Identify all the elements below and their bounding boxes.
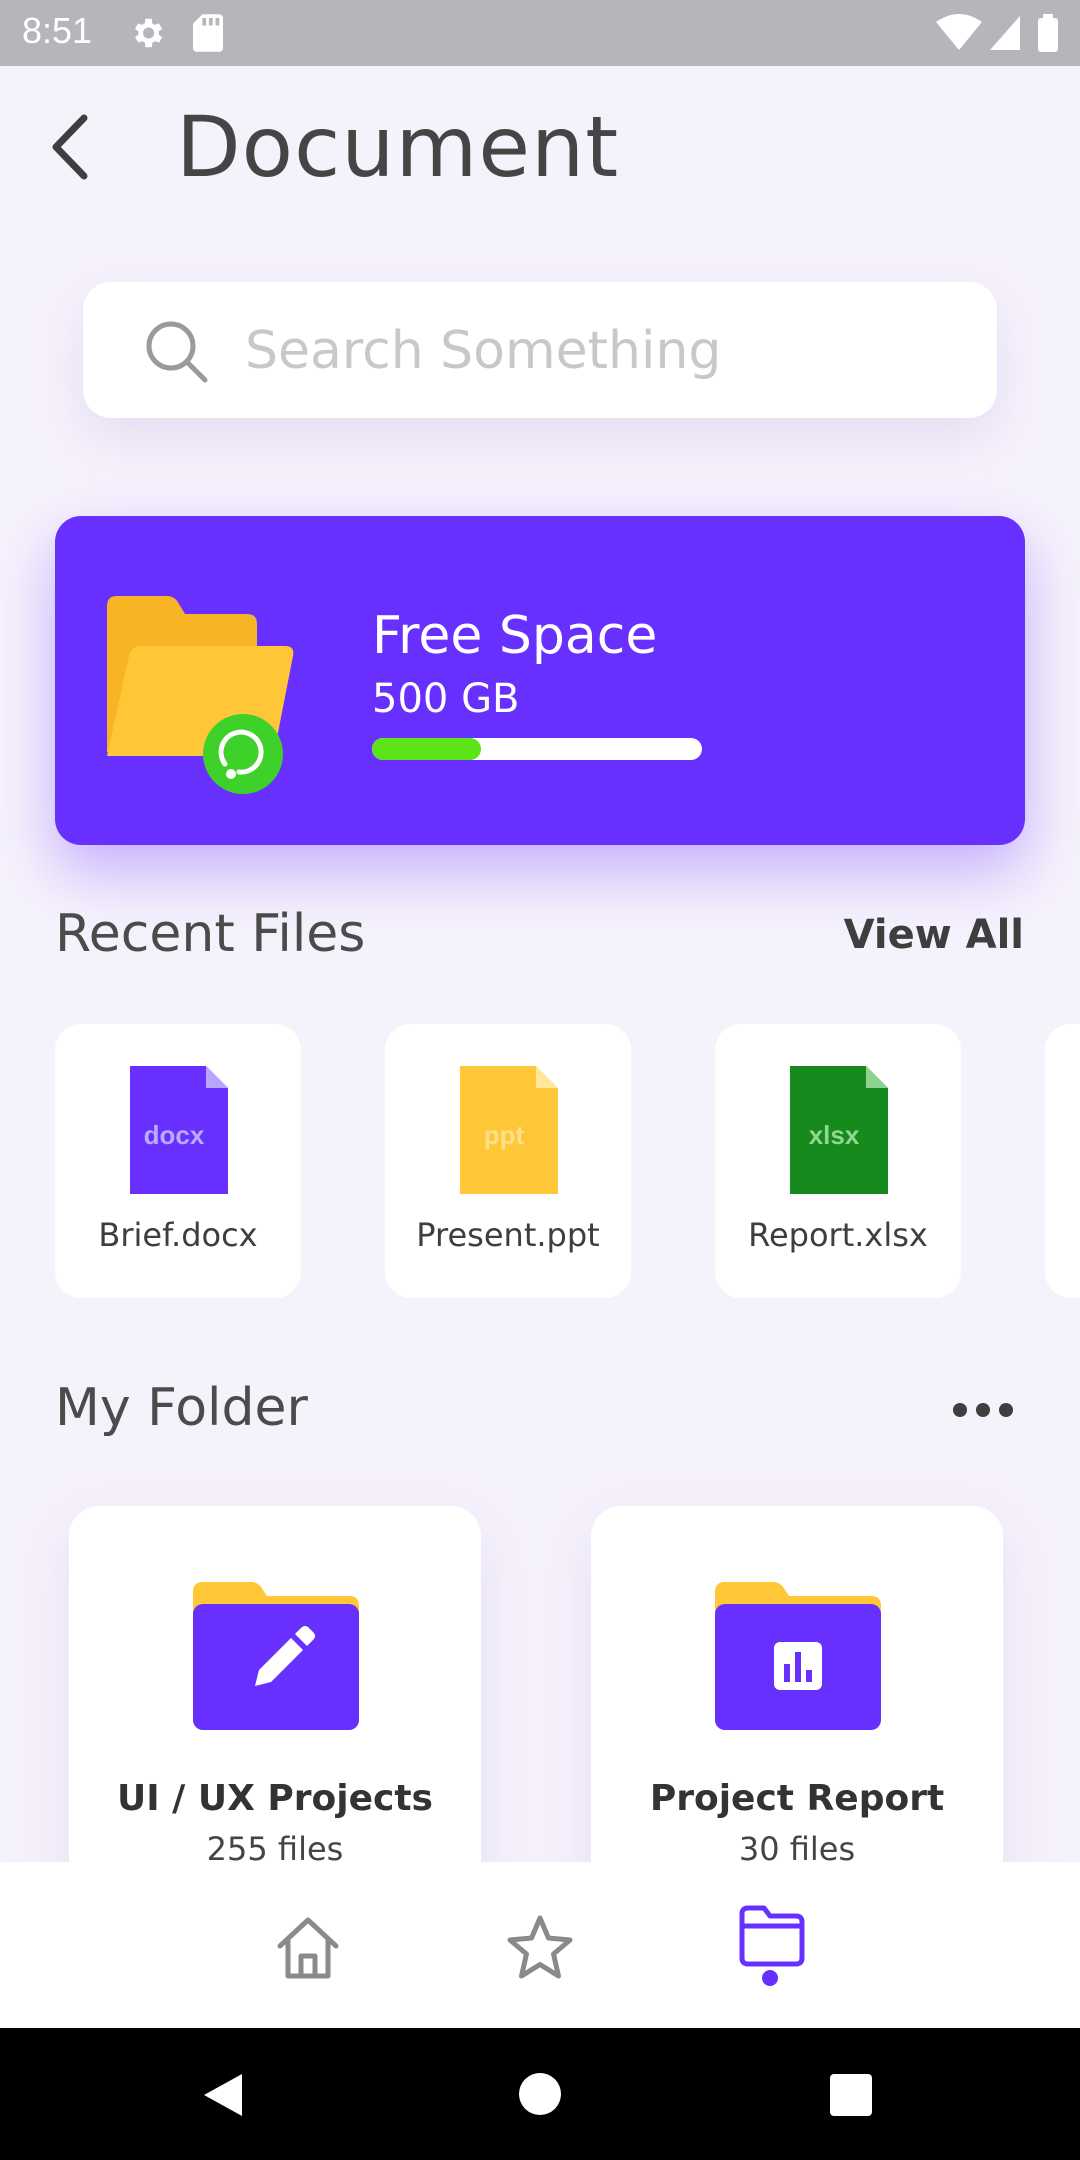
bottom-navigation: [0, 1862, 1080, 2028]
search-icon: [146, 321, 208, 383]
home-icon[interactable]: [272, 1912, 344, 1984]
back-arrow-icon[interactable]: [46, 112, 96, 182]
top-bar: Document: [0, 66, 1080, 226]
star-icon[interactable]: [504, 1912, 576, 1984]
file-name: Brief.docx: [98, 1216, 258, 1254]
recent-file-card[interactable]: ppt Present.ppt: [385, 1024, 631, 1298]
free-space-label: Free Space: [372, 606, 658, 666]
bar-chart-folder-icon: [715, 1582, 881, 1730]
search-bar[interactable]: [83, 282, 997, 418]
page-title: Document: [176, 98, 620, 196]
nav-back-icon[interactable]: [200, 2072, 246, 2118]
status-bar: 8:51: [0, 0, 1080, 66]
recent-file-card-partial[interactable]: [1045, 1024, 1080, 1298]
folder-icon[interactable]: [736, 1900, 808, 1972]
folder-name: UI / UX Projects: [117, 1778, 433, 1819]
recent-file-card[interactable]: xlsx Report.xlsx: [715, 1024, 961, 1298]
pencil-folder-icon: [193, 1582, 359, 1730]
recent-files-title: Recent Files: [55, 904, 366, 964]
my-folder-title: My Folder: [55, 1378, 308, 1438]
folder-sync-icon: [107, 596, 294, 794]
active-tab-indicator: [762, 1970, 778, 1986]
recent-file-card[interactable]: docx Brief.docx: [55, 1024, 301, 1298]
search-input[interactable]: [243, 312, 947, 390]
file-name: Report.xlsx: [748, 1216, 928, 1254]
xlsx-file-icon: xlsx: [790, 1066, 888, 1194]
battery-icon: [1038, 18, 1058, 52]
docx-file-icon: docx: [130, 1066, 228, 1194]
status-right-icons: [936, 14, 1058, 52]
status-time: 8:51: [22, 10, 93, 51]
svg-text:docx: docx: [144, 1120, 205, 1150]
signal-icon: [990, 16, 1020, 50]
view-all-link[interactable]: View All: [844, 912, 1024, 958]
system-navigation-bar: [0, 2028, 1080, 2160]
sd-card-icon: [193, 14, 223, 52]
free-space-size: 500 GB: [372, 676, 520, 722]
storage-card[interactable]: Free Space 500 GB: [55, 516, 1025, 845]
svg-text:ppt: ppt: [484, 1120, 525, 1150]
nav-recents-icon[interactable]: [830, 2074, 872, 2116]
ppt-file-icon: ppt: [460, 1066, 558, 1194]
folder-name: Project Report: [649, 1778, 945, 1819]
nav-home-icon[interactable]: [518, 2072, 562, 2116]
wifi-icon: [936, 14, 982, 50]
more-horizontal-icon[interactable]: [948, 1390, 1018, 1430]
svg-text:xlsx: xlsx: [809, 1120, 860, 1150]
storage-progress-bar: [372, 738, 702, 760]
storage-progress-fill: [372, 738, 481, 760]
settings-gear-icon: [134, 18, 163, 48]
file-name: Present.ppt: [416, 1216, 600, 1254]
